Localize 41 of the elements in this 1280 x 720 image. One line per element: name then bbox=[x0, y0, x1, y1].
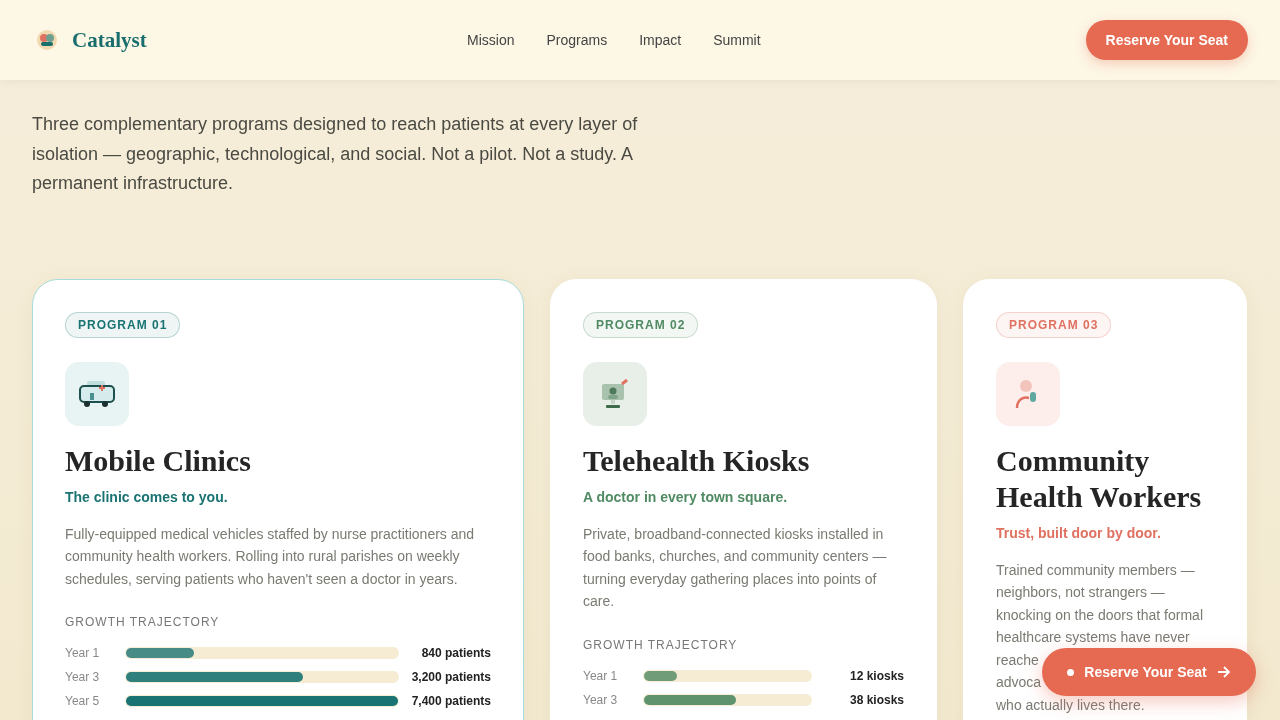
monitor-icon bbox=[600, 377, 630, 410]
program-badge: PROGRAM 02 bbox=[583, 311, 699, 338]
card-description: Private, broadband-connected kiosks installed in food banks, churches, and community centers — turning everyday gathering places into points of care. bbox=[583, 524, 888, 612]
section-label: GROWTH TRAJECTORY bbox=[583, 637, 739, 652]
nav-link[interactable]: Programs bbox=[546, 32, 608, 48]
description-line: knocking on the doors that formal bbox=[996, 605, 1203, 625]
card-tagline: Trust, built door by door. bbox=[996, 524, 1162, 541]
nav-link[interactable]: Mission bbox=[467, 32, 515, 48]
logo-icon bbox=[36, 29, 58, 51]
card-title: Community Health Workers bbox=[996, 442, 1203, 515]
card-title: Telehealth Kiosks bbox=[583, 442, 811, 479]
description-line: advoca bbox=[996, 673, 1042, 693]
year-label: Year 5 bbox=[65, 694, 101, 709]
growth-value: 840 patients bbox=[420, 646, 491, 661]
card-description: Fully-equipped medical vehicles staffed by nurse practitioners and community health workers. Rolling into rural parishes on weekly schedules, serving patients who haven't seen a doctor in years. bbox=[65, 524, 476, 589]
card-tagline: A doctor in every town square. bbox=[583, 488, 789, 505]
program-badge: PROGRAM 01 bbox=[65, 311, 181, 338]
year-label: Year 3 bbox=[65, 670, 101, 685]
growth-value: 3,200 patients bbox=[410, 670, 491, 685]
growth-value: 7,400 patients bbox=[410, 694, 491, 709]
intro-paragraph: Three complementary programs designed to reach patients at every layer of isolation — geographic, technological, and social. Not a pilot. Not a study. A permanent infrastructure. bbox=[32, 113, 639, 195]
growth-value: 12 kiosks bbox=[848, 668, 904, 683]
section-label: GROWTH TRAJECTORY bbox=[65, 615, 221, 630]
card-tagline: The clinic comes to you. bbox=[65, 488, 229, 505]
card-title: Mobile Clinics bbox=[65, 442, 252, 479]
nav-link[interactable]: Summit bbox=[713, 32, 761, 48]
year-label: Year 3 bbox=[583, 692, 619, 707]
dot-icon bbox=[1067, 668, 1075, 676]
year-label: Year 1 bbox=[583, 668, 619, 683]
program-badge: PROGRAM 03 bbox=[996, 311, 1112, 338]
description-line: Trained community members — bbox=[996, 560, 1195, 580]
arrow-right-icon bbox=[1216, 666, 1231, 678]
nav-link[interactable]: Impact bbox=[639, 32, 682, 48]
brand-name: Catalyst bbox=[72, 27, 147, 53]
description-line: neighbors, not strangers — bbox=[996, 583, 1165, 603]
description-line: reache bbox=[996, 650, 1039, 670]
van-icon bbox=[79, 378, 115, 409]
year-label: Year 1 bbox=[65, 646, 101, 661]
description-line: who actually lives there. bbox=[996, 696, 1145, 716]
growth-value: 38 kiosks bbox=[848, 692, 904, 707]
description-line: healthcare systems have never bbox=[996, 628, 1190, 648]
